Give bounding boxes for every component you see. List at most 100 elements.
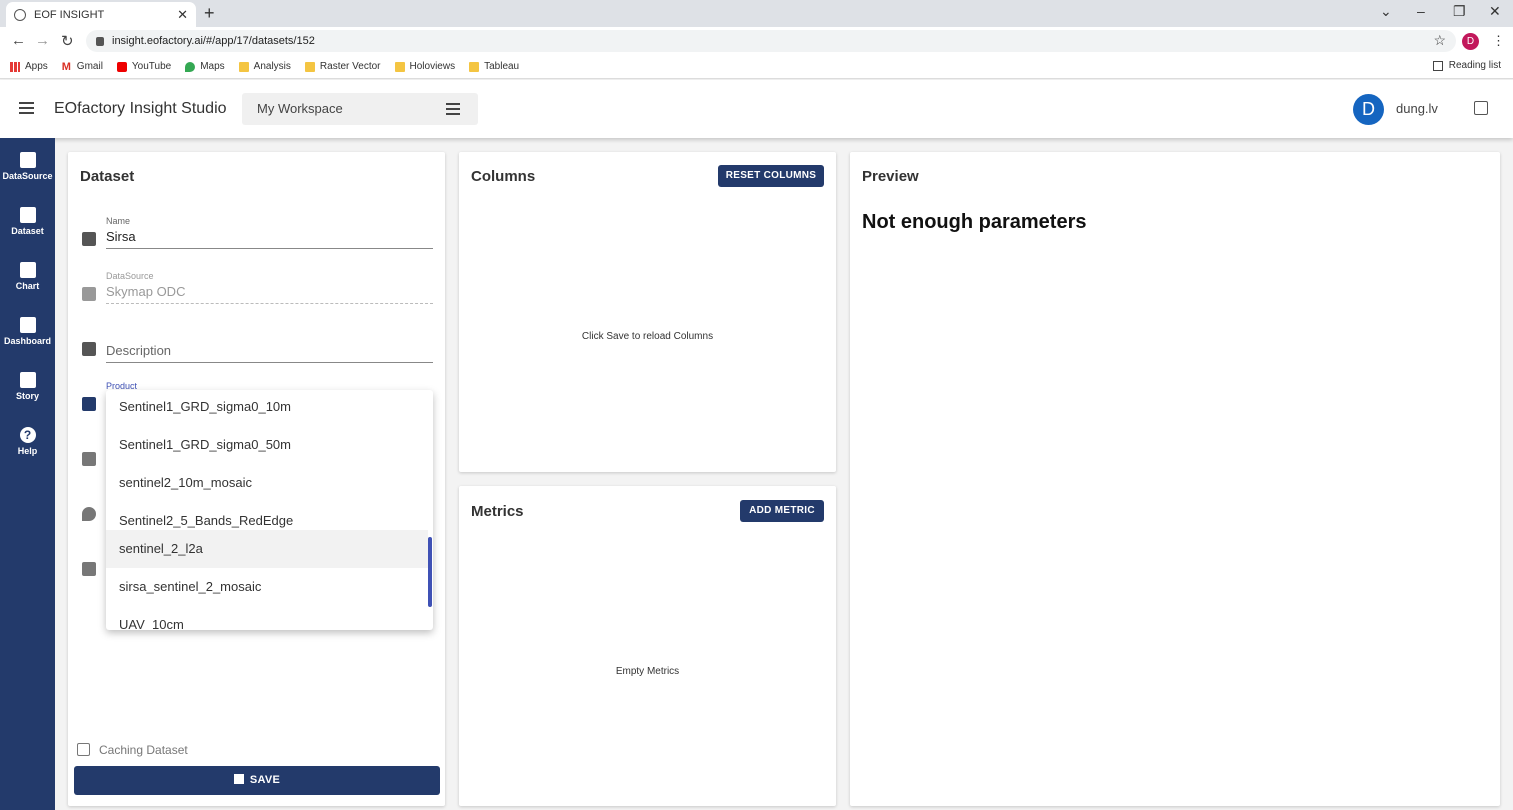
globe-icon: [14, 8, 26, 21]
calendar-icon: [82, 562, 96, 576]
url-field[interactable]: insight.eofactory.ai/#/app/17/datasets/1…: [86, 30, 1456, 52]
metrics-card: [459, 486, 836, 806]
bookmark-gmail[interactable]: M Gmail: [62, 61, 103, 72]
bookmark-tableau[interactable]: Tableau: [469, 61, 519, 72]
save-icon: [233, 774, 244, 784]
reload-button[interactable]: ↻: [61, 32, 74, 50]
dropdown-scrollbar[interactable]: [428, 537, 432, 607]
save-label: SAVE: [249, 774, 281, 786]
description-placeholder[interactable]: Description: [106, 343, 433, 363]
preview-title: Preview: [862, 168, 919, 185]
metrics-message: Empty Metrics: [615, 666, 680, 677]
product-option[interactable]: sirsa_sentinel_2_mosaic: [106, 568, 428, 606]
bookmark-label: Analysis: [253, 61, 291, 72]
restore-button[interactable]: ❐: [1453, 3, 1466, 20]
reading-list-label: Reading list: [1448, 60, 1501, 71]
workspace-label: My Workspace: [257, 101, 343, 116]
close-window-button[interactable]: ✕: [1489, 3, 1501, 20]
bookmark-maps[interactable]: Maps: [185, 61, 225, 72]
sidebar-item-help[interactable]: ? Help: [0, 427, 55, 456]
gmail-icon: M: [61, 60, 71, 73]
bookmark-label: Maps: [200, 61, 225, 72]
folder-icon: [304, 61, 315, 72]
folder-icon: [469, 61, 480, 72]
sidebar: DataSource Dataset Chart Dashboard Story…: [0, 138, 55, 810]
youtube-icon: [116, 61, 127, 72]
bookmark-label: YouTube: [131, 61, 172, 72]
dataset-name-icon: [82, 232, 96, 246]
name-value[interactable]: Sirsa: [106, 229, 433, 249]
browser-profile-avatar[interactable]: D: [1462, 33, 1479, 50]
description-field[interactable]: Description: [106, 340, 433, 363]
reset-columns-button[interactable]: RESET COLUMNS: [718, 165, 824, 187]
caching-checkbox[interactable]: [77, 743, 90, 756]
datasource-value: Skymap ODC: [106, 284, 433, 304]
sidebar-item-label: DataSource: [2, 171, 53, 181]
columns-message: Click Save to reload Columns: [581, 331, 714, 342]
new-tab-button[interactable]: +: [204, 3, 215, 24]
bookmark-raster-vector[interactable]: Raster Vector: [304, 61, 381, 72]
browser-menu-icon[interactable]: ⋮: [1492, 33, 1505, 49]
apps-grid-icon: [10, 61, 20, 72]
bookmark-label: Gmail: [76, 61, 103, 72]
area-chart-icon: [19, 262, 36, 278]
document-icon: [19, 207, 36, 223]
sidebar-item-label: Story: [15, 391, 39, 401]
address-bar: ← → ↻ insight.eofactory.ai/#/app/17/data…: [0, 27, 1513, 55]
bookmark-apps[interactable]: Apps: [10, 61, 48, 72]
bookmark-analysis[interactable]: Analysis: [238, 61, 291, 72]
username: dung.lv: [1396, 101, 1438, 116]
sidebar-item-datasource[interactable]: DataSource: [0, 152, 55, 181]
browser-tab[interactable]: EOF INSIGHT ✕: [6, 2, 196, 27]
sidebar-item-label: Dashboard: [3, 336, 51, 346]
list-icon[interactable]: [446, 103, 460, 118]
add-metric-button[interactable]: ADD METRIC: [740, 500, 824, 522]
tab-search-icon[interactable]: ⌄: [1380, 3, 1392, 20]
folder-icon: [394, 61, 405, 72]
bookmark-youtube[interactable]: YouTube: [116, 61, 172, 72]
menu-icon[interactable]: [19, 102, 34, 117]
dataset-title: Dataset: [80, 168, 135, 185]
preview-card: [850, 152, 1500, 806]
sidebar-item-label: Dataset: [11, 226, 44, 236]
caching-label: Caching Dataset: [99, 743, 188, 757]
app-title: EOfactory Insight Studio: [54, 100, 227, 117]
bookmark-label: Raster Vector: [319, 61, 381, 72]
minimize-button[interactable]: –: [1417, 3, 1425, 19]
product-option[interactable]: UAV_10cm: [106, 606, 428, 630]
sidebar-item-dataset[interactable]: Dataset: [0, 207, 55, 236]
user-avatar[interactable]: D: [1353, 94, 1384, 125]
bookmark-holoviews[interactable]: Holoviews: [394, 61, 455, 72]
name-field[interactable]: Name Sirsa: [106, 216, 433, 249]
product-dropdown[interactable]: Sentinel1_GRD_sigma0_10m Sentinel1_GRD_s…: [106, 390, 433, 630]
bookmark-star-icon[interactable]: ☆: [1433, 32, 1446, 49]
sidebar-item-dashboard[interactable]: Dashboard: [0, 317, 55, 346]
app-header: EOfactory Insight Studio My Workspace D …: [0, 80, 1513, 138]
back-button[interactable]: ←: [11, 32, 26, 49]
sidebar-item-label: Chart: [15, 281, 40, 291]
datasource-field: DataSource Skymap ODC: [106, 271, 433, 304]
folder-icon: [238, 61, 249, 72]
reading-list-button[interactable]: Reading list: [1432, 60, 1501, 71]
ruler-icon: [82, 452, 96, 466]
save-button[interactable]: SAVE: [74, 766, 440, 795]
help-icon: ?: [19, 427, 36, 443]
datasource-label: DataSource: [106, 271, 154, 281]
location-pin-icon: [82, 507, 96, 521]
name-label: Name: [106, 216, 131, 226]
workspace-selector[interactable]: My Workspace: [242, 93, 478, 125]
sidebar-item-story[interactable]: Story: [0, 372, 55, 401]
product-option[interactable]: Sentinel1_GRD_sigma0_50m: [106, 426, 428, 464]
tab-title: EOF INSIGHT: [34, 8, 105, 21]
browser-tab-bar: EOF INSIGHT ✕ + ⌄ – ❐ ✕: [0, 0, 1513, 27]
sidebar-item-label: Help: [17, 446, 38, 456]
columns-title: Columns: [471, 168, 536, 185]
forward-button[interactable]: →: [35, 32, 50, 49]
close-tab-icon[interactable]: ✕: [177, 7, 188, 23]
product-option[interactable]: Sentinel1_GRD_sigma0_10m: [106, 390, 428, 426]
sidebar-item-chart[interactable]: Chart: [0, 262, 55, 291]
logout-icon[interactable]: [1474, 101, 1488, 115]
columns-card: [459, 152, 836, 472]
product-option[interactable]: sentinel2_10m_mosaic: [106, 464, 428, 502]
product-option-selected[interactable]: sentinel_2_l2a: [106, 530, 428, 568]
